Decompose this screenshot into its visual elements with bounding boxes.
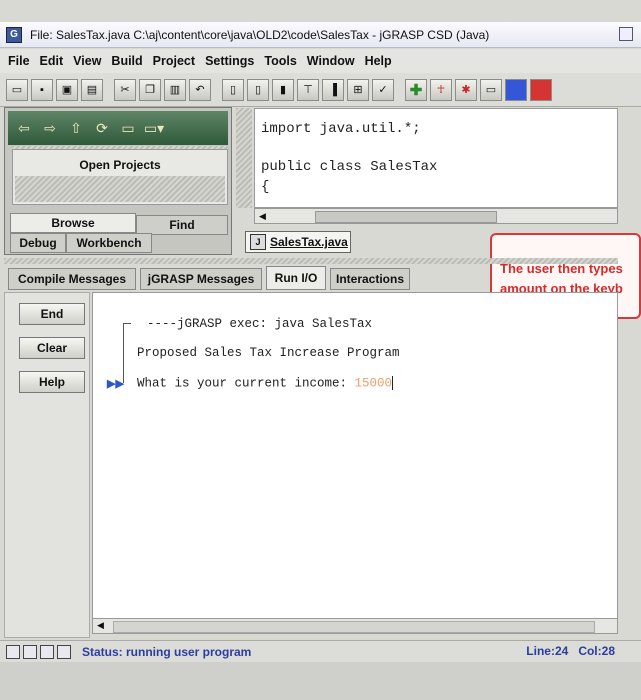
folder-icon[interactable]: ▭ — [116, 117, 140, 139]
window-title: File: SalesTax.java C:\aj\content\core\j… — [30, 27, 490, 42]
red-square-icon[interactable] — [530, 78, 552, 101]
income-prompt: What is your current income: — [137, 376, 355, 391]
window-layout-icon-2[interactable] — [23, 644, 37, 659]
code-editor[interactable]: import java.util.*; public class SalesTa… — [254, 108, 618, 208]
line-col-indicator: Line:24 Col:28 — [526, 644, 615, 658]
status-bar: Status: running user program Line:24 Col… — [0, 640, 641, 662]
java-file-icon: J — [250, 234, 266, 250]
tab-browse[interactable]: Browse — [10, 213, 136, 233]
run-io-button-column: End Clear Help — [4, 292, 90, 638]
jgrasp-app-icon: G — [6, 26, 22, 43]
menu-window[interactable]: Window — [307, 54, 355, 68]
open-projects-label: Open Projects — [79, 158, 161, 172]
plus-icon[interactable]: ✚ — [405, 78, 427, 101]
window-layout-icon-3[interactable] — [40, 644, 54, 659]
help-button[interactable]: Help — [19, 371, 85, 393]
folder-dropdown-icon[interactable]: ▭▾ — [142, 117, 166, 139]
save-all-icon[interactable]: ▣ — [56, 78, 78, 101]
menu-build[interactable]: Build — [111, 54, 142, 68]
save-icon[interactable]: ▪ — [31, 78, 53, 101]
print-icon[interactable]: ▤ — [81, 78, 103, 101]
program-title-line: Proposed Sales Tax Increase Program — [137, 346, 400, 360]
tab-jgrasp-messages[interactable]: jGRASP Messages — [140, 268, 262, 290]
code-line-1: import java.util.*; — [261, 121, 421, 137]
up-folder-icon[interactable]: ⇧ — [64, 117, 88, 139]
maximize-icon[interactable] — [619, 27, 633, 41]
status-icons — [6, 644, 74, 659]
menu-tools[interactable]: Tools — [264, 54, 296, 68]
col-indicator: Col:28 — [578, 644, 615, 658]
clear-button[interactable]: Clear — [19, 337, 85, 359]
run-io-console[interactable]: ----jGRASP exec: java SalesTax Proposed … — [92, 292, 618, 622]
monitor-icon[interactable]: ▭ — [480, 78, 502, 101]
editor-gutter — [236, 108, 252, 208]
tab-workbench[interactable]: Workbench — [66, 233, 152, 253]
menu-bar: File Edit View Build Project Settings To… — [0, 49, 641, 73]
run-icon[interactable]: ▯ — [247, 78, 269, 101]
menu-project[interactable]: Project — [153, 54, 195, 68]
paste-icon[interactable]: ▥ — [164, 78, 186, 101]
exec-line: ----jGRASP exec: java SalesTax — [147, 317, 373, 331]
chart-icon[interactable]: ▐ — [322, 78, 344, 101]
menu-view[interactable]: View — [73, 54, 101, 68]
runner-icon[interactable]: ☥ — [430, 78, 452, 101]
back-arrow-icon[interactable]: ⇦ — [12, 117, 36, 139]
menu-file[interactable]: File — [8, 54, 30, 68]
pin-icon[interactable]: ⊤ — [297, 78, 319, 101]
input-prompt-marker-icon: ▶▶ — [107, 378, 124, 390]
tab-run-io[interactable]: Run I/O — [266, 266, 326, 290]
stop-square-icon[interactable] — [505, 78, 527, 101]
refresh-icon[interactable]: ⟳ — [90, 117, 114, 139]
messages-splitter[interactable] — [4, 258, 618, 264]
tab-debug[interactable]: Debug — [10, 233, 66, 253]
window-layout-icon-1[interactable] — [6, 644, 20, 659]
copy-icon[interactable]: ❐ — [139, 78, 161, 101]
window-bottom-edge — [0, 662, 641, 700]
toolbar: ▭ ▪ ▣ ▤ ✂ ❐ ▥ ↶ ▯ ▯ ▮ ⊤ ▐ ⊞ ✓ ✚ ☥ ✱ ▭ — [0, 73, 641, 107]
file-tab-label: SalesTax.java — [270, 235, 348, 249]
title-bar: G File: SalesTax.java C:\aj\content\core… — [0, 22, 641, 48]
tab-interactions[interactable]: Interactions — [330, 268, 410, 290]
bug-icon[interactable]: ✱ — [455, 78, 477, 101]
console-horizontal-scrollbar[interactable]: ◀ — [92, 618, 618, 634]
check-icon[interactable]: ✓ — [372, 78, 394, 101]
income-input-value[interactable]: 15000 — [355, 376, 393, 390]
window-layout-icon-4[interactable] — [57, 644, 71, 659]
line-indicator: Line:24 — [526, 644, 569, 658]
cut-icon[interactable]: ✂ — [114, 78, 136, 101]
tab-compile-messages[interactable]: Compile Messages — [8, 268, 136, 290]
menu-edit[interactable]: Edit — [40, 54, 64, 68]
forward-arrow-icon[interactable]: ⇨ — [38, 117, 62, 139]
income-prompt-line: What is your current income: 15000 — [137, 376, 394, 391]
undo-icon[interactable]: ↶ — [189, 78, 211, 101]
debug-icon[interactable]: ▮ — [272, 78, 294, 101]
menu-help[interactable]: Help — [365, 54, 392, 68]
compile-icon[interactable]: ▯ — [222, 78, 244, 101]
end-button[interactable]: End — [19, 303, 85, 325]
open-folder-icon[interactable]: ▭ — [6, 78, 28, 101]
exec-bracket — [123, 323, 131, 383]
open-projects-list[interactable] — [15, 176, 225, 202]
tab-find[interactable]: Find — [136, 215, 228, 235]
browse-nav-bar: ⇦ ⇨ ⇧ ⟳ ▭ ▭▾ — [8, 111, 228, 145]
file-tab-salestax[interactable]: J SalesTax.java — [245, 231, 351, 253]
text-cursor — [392, 376, 394, 390]
status-text: Status: running user program — [82, 644, 252, 659]
menu-settings[interactable]: Settings — [205, 54, 254, 68]
open-projects-panel: Open Projects — [12, 149, 228, 205]
code-line-3: public class SalesTax — [261, 159, 438, 175]
code-line-4: { — [261, 179, 270, 195]
editor-horizontal-scrollbar[interactable]: ◀ — [254, 208, 618, 224]
tree-icon[interactable]: ⊞ — [347, 78, 369, 101]
